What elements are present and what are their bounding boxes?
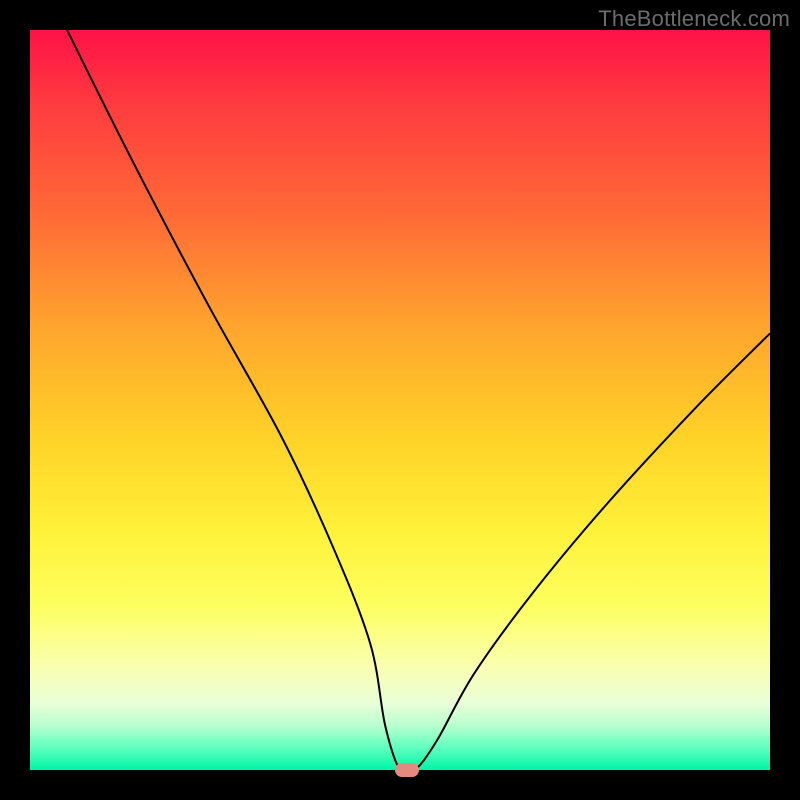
plot-area bbox=[30, 30, 770, 770]
bottleneck-curve bbox=[30, 30, 770, 770]
watermark-text: TheBottleneck.com bbox=[598, 6, 790, 32]
chart-frame: TheBottleneck.com bbox=[0, 0, 800, 800]
pickup-marker bbox=[395, 763, 419, 777]
